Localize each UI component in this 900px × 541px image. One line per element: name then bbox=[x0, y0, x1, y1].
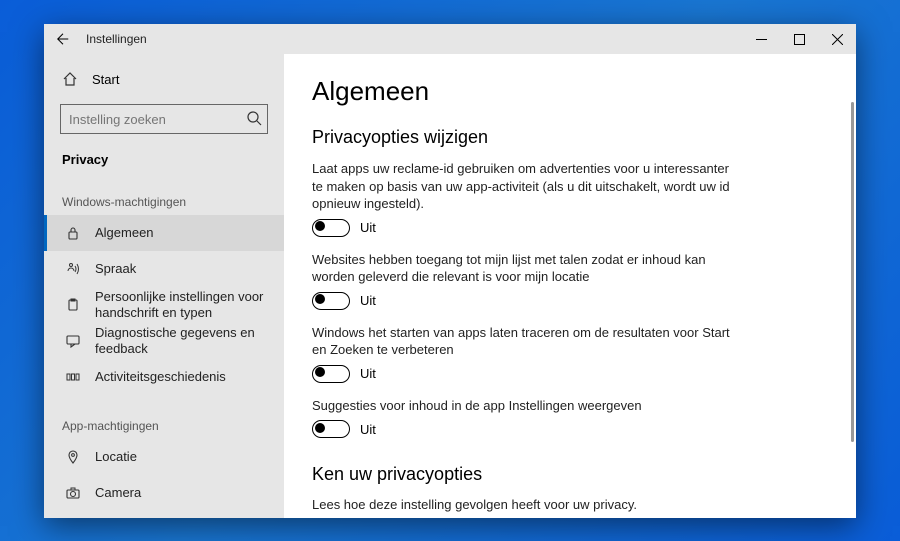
setting-desc: Websites hebben toegang tot mijn lijst m… bbox=[312, 251, 732, 286]
close-icon bbox=[832, 34, 843, 45]
lock-icon bbox=[65, 226, 81, 240]
main-content: Algemeen Privacyopties wijzigen Laat app… bbox=[284, 54, 856, 518]
location-icon bbox=[65, 450, 81, 464]
search-container bbox=[60, 104, 268, 134]
setting-suggestions: Suggesties voor inhoud in de app Instell… bbox=[312, 397, 732, 439]
sidebar-item-speech[interactable]: Spraak bbox=[44, 251, 284, 287]
window-title: Instellingen bbox=[82, 32, 147, 46]
toggle-label: Uit bbox=[360, 220, 376, 235]
section-app-permissions: App-machtigingen bbox=[44, 419, 284, 439]
setting-desc: Windows het starten van apps laten trace… bbox=[312, 324, 732, 359]
toggle-languages[interactable] bbox=[312, 292, 350, 310]
sidebar-item-label: Spraak bbox=[95, 261, 272, 277]
clipboard-icon bbox=[65, 298, 81, 312]
close-button[interactable] bbox=[818, 24, 856, 54]
setting-app-launch: Windows het starten van apps laten trace… bbox=[312, 324, 732, 383]
category-label: Privacy bbox=[44, 144, 284, 195]
know-title: Ken uw privacyopties bbox=[312, 464, 828, 485]
sidebar-item-label: Persoonlijke instellingen voor handschri… bbox=[95, 289, 272, 322]
know-desc: Lees hoe deze instelling gevolgen heeft … bbox=[312, 497, 828, 512]
feedback-icon bbox=[65, 334, 81, 348]
setting-ad-id: Laat apps uw reclame-id gebruiken om adv… bbox=[312, 160, 732, 237]
search-input[interactable] bbox=[60, 104, 268, 134]
sidebar-item-location[interactable]: Locatie bbox=[44, 439, 284, 475]
toggle-label: Uit bbox=[360, 293, 376, 308]
search-icon bbox=[246, 110, 262, 126]
toggle-suggestions[interactable] bbox=[312, 420, 350, 438]
home-label: Start bbox=[92, 72, 119, 87]
setting-desc: Suggesties voor inhoud in de app Instell… bbox=[312, 397, 732, 415]
home-icon bbox=[62, 71, 78, 87]
back-button[interactable] bbox=[44, 24, 82, 54]
home-button[interactable]: Start bbox=[44, 62, 284, 96]
sidebar-item-label: Camera bbox=[95, 485, 272, 501]
sidebar-item-diagnostics[interactable]: Diagnostische gegevens en feedback bbox=[44, 323, 284, 359]
sidebar-item-general[interactable]: Algemeen bbox=[44, 215, 284, 251]
setting-languages: Websites hebben toegang tot mijn lijst m… bbox=[312, 251, 732, 310]
minimize-icon bbox=[756, 34, 767, 45]
toggle-ad-id[interactable] bbox=[312, 219, 350, 237]
sidebar-item-activity[interactable]: Activiteitsgeschiedenis bbox=[44, 359, 284, 395]
scrollbar-thumb[interactable] bbox=[851, 102, 854, 442]
sidebar: Start Privacy Windows-machtigingen Algem… bbox=[44, 54, 284, 518]
titlebar: Instellingen bbox=[44, 24, 856, 54]
sidebar-item-label: Activiteitsgeschiedenis bbox=[95, 369, 272, 385]
setting-desc: Laat apps uw reclame-id gebruiken om adv… bbox=[312, 160, 732, 213]
back-arrow-icon bbox=[56, 32, 70, 46]
know-privacy-section: Ken uw privacyopties Lees hoe deze inste… bbox=[312, 464, 828, 518]
sidebar-item-label: Algemeen bbox=[95, 225, 272, 241]
section-change-privacy-options: Privacyopties wijzigen bbox=[312, 127, 828, 148]
sidebar-item-label: Locatie bbox=[95, 449, 272, 465]
speech-icon bbox=[65, 262, 81, 276]
toggle-label: Uit bbox=[360, 422, 376, 437]
minimize-button[interactable] bbox=[742, 24, 780, 54]
maximize-icon bbox=[794, 34, 805, 45]
settings-window: Instellingen Start bbox=[44, 24, 856, 518]
sidebar-item-inking[interactable]: Persoonlijke instellingen voor handschri… bbox=[44, 287, 284, 323]
page-title: Algemeen bbox=[312, 76, 828, 107]
toggle-app-launch[interactable] bbox=[312, 365, 350, 383]
toggle-label: Uit bbox=[360, 366, 376, 381]
maximize-button[interactable] bbox=[780, 24, 818, 54]
sidebar-item-label: Diagnostische gegevens en feedback bbox=[95, 325, 272, 358]
sidebar-item-camera[interactable]: Camera bbox=[44, 475, 284, 511]
section-windows-permissions: Windows-machtigingen bbox=[44, 195, 284, 215]
history-icon bbox=[65, 370, 81, 384]
camera-icon bbox=[65, 486, 81, 500]
